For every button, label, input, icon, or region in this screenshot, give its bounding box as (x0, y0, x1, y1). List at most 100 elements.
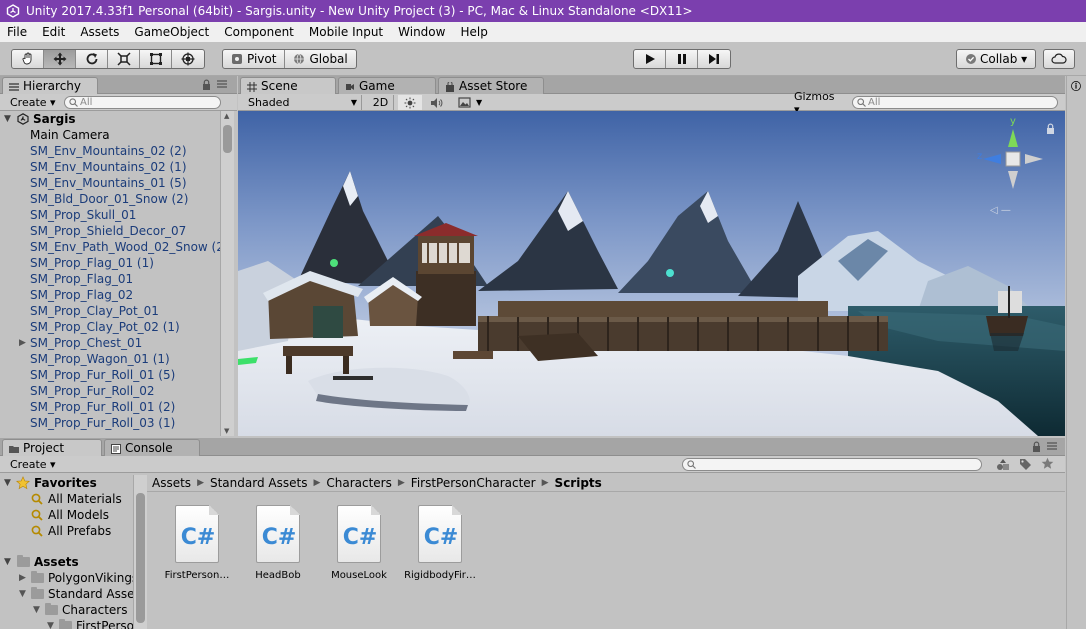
info-icon[interactable]: ⓘ (1071, 78, 1081, 93)
step-button[interactable] (698, 50, 730, 68)
expand-arrow-icon[interactable]: ▼ (47, 618, 54, 629)
rotate-tool-button[interactable] (76, 50, 108, 68)
scene-orientation-gizmo[interactable]: y z (973, 116, 1053, 199)
favorites-expand-arrow-icon[interactable]: ▼ (4, 475, 11, 491)
collab-dropdown[interactable]: Collab ▾ (957, 50, 1035, 68)
menu-help[interactable]: Help (453, 25, 495, 39)
shading-mode-dropdown[interactable]: Shaded ▼ (244, 95, 362, 110)
hand-tool-button[interactable] (12, 50, 44, 68)
asset-file[interactable]: C# FirstPerson… (157, 505, 237, 581)
assets-root[interactable]: ▼ Assets (0, 554, 133, 570)
assets-expand-arrow-icon[interactable]: ▼ (4, 554, 11, 570)
project-lock-icon[interactable] (1032, 441, 1041, 455)
menu-edit[interactable]: Edit (35, 25, 73, 39)
hierarchy-item[interactable]: SM_Prop_Fur_Roll_01 (2) (0, 399, 220, 415)
gizmos-dropdown[interactable]: Gizmos ▾ (790, 90, 846, 116)
filter-type-icon[interactable] (996, 458, 1010, 474)
project-create-button[interactable]: Create ▾ (6, 457, 60, 472)
hierarchy-scrollbar[interactable]: ▲ ▼ (220, 111, 234, 436)
menu-file[interactable]: File (0, 25, 35, 39)
play-button[interactable] (634, 50, 666, 68)
hierarchy-item[interactable]: ▶ SM_Prop_Chest_01 (0, 335, 220, 351)
scene-viewport[interactable]: y z ◁ — (238, 111, 1065, 436)
lighting-toggle[interactable] (398, 95, 422, 110)
favorite-item[interactable]: All Materials (0, 491, 133, 507)
collapse-arrow-icon[interactable]: ▶ (19, 570, 26, 586)
lock-icon[interactable] (202, 79, 211, 93)
breadcrumb-characters[interactable]: Characters (326, 476, 392, 490)
expand-arrow-icon[interactable]: ▼ (33, 602, 40, 618)
menu-component[interactable]: Component (217, 25, 302, 39)
panel-menu-icon[interactable] (216, 78, 228, 93)
hierarchy-item[interactable]: SM_Prop_Clay_Pot_01 (0, 303, 220, 319)
tab-console[interactable]: Console (104, 439, 200, 456)
hierarchy-item[interactable]: SM_Prop_Flag_01 (0, 271, 220, 287)
favorite-star-icon[interactable] (1041, 457, 1054, 473)
effects-dropdown[interactable]: ▼ (454, 95, 488, 110)
breadcrumb-assets[interactable]: Assets (152, 476, 191, 490)
folder-row[interactable]: ▼ Characters (0, 602, 133, 618)
tab-asset-store[interactable]: Asset Store (438, 77, 544, 94)
hierarchy-scroll-thumb[interactable] (223, 125, 232, 153)
breadcrumb-firstpersoncharacter[interactable]: FirstPersonCharacter (411, 476, 536, 490)
menu-gameobject[interactable]: GameObject (127, 25, 217, 39)
hierarchy-item[interactable]: SM_Prop_Flag_01 (1) (0, 255, 220, 271)
hierarchy-item[interactable]: Main Camera (0, 127, 220, 143)
filter-label-icon[interactable] (1019, 458, 1032, 474)
cloud-button[interactable] (1044, 50, 1074, 68)
project-tree-scrollbar[interactable] (133, 475, 147, 629)
hierarchy-item[interactable]: SM_Prop_Flag_02 (0, 287, 220, 303)
global-toggle[interactable]: Global (285, 50, 355, 68)
folder-row[interactable]: ▼ Standard Asse (0, 586, 133, 602)
tab-project[interactable]: Project (2, 439, 102, 456)
tab-game[interactable]: Game (338, 77, 436, 94)
favorites-header[interactable]: ▼ Favorites (0, 475, 133, 491)
hierarchy-item[interactable]: SM_Env_Mountains_02 (2) (0, 143, 220, 159)
pause-button[interactable] (666, 50, 698, 68)
hierarchy-search-input[interactable]: All (64, 96, 221, 109)
transform-tool-button[interactable] (172, 50, 204, 68)
hierarchy-item[interactable]: SM_Env_Mountains_01 (5) (0, 175, 220, 191)
hierarchy-create-button[interactable]: Create ▾ (6, 95, 60, 110)
rect-tool-button[interactable] (140, 50, 172, 68)
favorite-item[interactable]: All Models (0, 507, 133, 523)
project-search-input[interactable] (682, 458, 982, 471)
scene-expand-arrow-icon[interactable]: ▼ (4, 111, 11, 127)
breadcrumb-scripts[interactable]: Scripts (555, 476, 602, 490)
folder-row[interactable]: ▼ FirstPerso (0, 618, 133, 629)
project-menu-icon[interactable] (1046, 440, 1058, 455)
hierarchy-item[interactable]: SM_Prop_Fur_Roll_03 (1) (0, 415, 220, 431)
audio-toggle[interactable] (425, 95, 449, 110)
folder-row[interactable]: ▶ PolygonVikings (0, 570, 133, 586)
scene-root-row[interactable]: ▼ Sargis (0, 111, 220, 127)
perspective-label[interactable]: ◁ — (990, 205, 1011, 216)
hierarchy-item[interactable]: SM_Prop_Fur_Roll_02 (0, 383, 220, 399)
asset-file[interactable]: C# MouseLook (319, 505, 399, 581)
breadcrumb-standard-assets[interactable]: Standard Assets (210, 476, 307, 490)
tab-scene[interactable]: Scene (240, 77, 336, 94)
tab-hierarchy[interactable]: Hierarchy (2, 77, 98, 94)
hierarchy-item[interactable]: SM_Prop_Shield_Decor_07 (0, 223, 220, 239)
menu-window[interactable]: Window (391, 25, 453, 39)
favorite-item[interactable]: All Prefabs (0, 523, 133, 539)
hierarchy-item[interactable]: SM_Prop_Wagon_01 (1) (0, 351, 220, 367)
hierarchy-item[interactable]: SM_Prop_Clay_Pot_02 (1) (0, 319, 220, 335)
expand-arrow-icon[interactable]: ▶ (19, 335, 26, 351)
hierarchy-item[interactable]: SM_Env_Path_Wood_02_Snow (2 (0, 239, 220, 255)
scroll-up-icon[interactable]: ▲ (224, 112, 229, 120)
hierarchy-item[interactable]: SM_Bld_Door_01_Snow (2) (0, 191, 220, 207)
mode-2d-toggle[interactable]: 2D (368, 95, 394, 110)
pivot-toggle[interactable]: Pivot (223, 50, 286, 68)
expand-arrow-icon[interactable]: ▼ (19, 586, 26, 602)
hierarchy-item[interactable]: SM_Prop_Fur_Roll_01 (5) (0, 367, 220, 383)
menu-mobile-input[interactable]: Mobile Input (302, 25, 391, 39)
asset-file[interactable]: C# RigidbodyFir… (400, 505, 480, 581)
move-tool-button[interactable] (44, 50, 76, 68)
menu-assets[interactable]: Assets (73, 25, 127, 39)
scale-tool-button[interactable] (108, 50, 140, 68)
scene-search-input[interactable]: All (852, 96, 1058, 109)
hierarchy-item[interactable]: SM_Env_Mountains_02 (1) (0, 159, 220, 175)
asset-file[interactable]: C# HeadBob (238, 505, 318, 581)
scroll-down-icon[interactable]: ▼ (224, 427, 229, 435)
hierarchy-item[interactable]: SM_Prop_Skull_01 (0, 207, 220, 223)
